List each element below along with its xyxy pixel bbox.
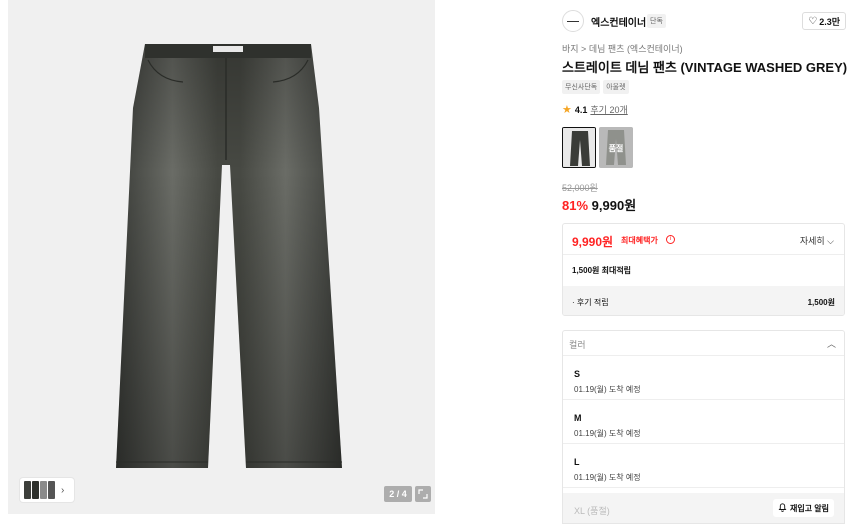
soldout-label: 품절 [608, 144, 624, 153]
brand-logo[interactable] [562, 10, 584, 32]
like-button[interactable]: ♡ 2.3만 [802, 12, 846, 30]
sale-price: 9,990원 [591, 198, 637, 213]
brand-name[interactable]: 엑스컨테이너 [591, 14, 646, 29]
thumbnail-3[interactable] [40, 481, 47, 499]
image-counter: 2 / 4 [384, 486, 412, 502]
color-swatch-soldout[interactable]: 품절 [599, 127, 633, 168]
rating-score: 4.1 [574, 104, 588, 115]
discount-rate: 81% [562, 198, 589, 213]
restock-alert-button[interactable]: 재입고 알림 [772, 499, 834, 517]
tag-outlet: 아울렛 [603, 80, 629, 94]
max-benefit-label: 최대혜택가 [621, 236, 658, 245]
option-eta: 01.19(월) 도착 예정 [574, 385, 641, 394]
option-size-soldout: XL (품절) [574, 506, 610, 516]
review-link[interactable]: 후기 20개 [590, 103, 627, 116]
max-points: 1,500원 최대적립 [572, 266, 632, 275]
thumbnail-2[interactable] [32, 481, 39, 499]
option-header[interactable]: 컬러 ︿ [563, 331, 844, 356]
option-dropdown: 컬러 ︿ S 01.19(월) 도착 예정 M 01.19(월) 도착 예정 L… [562, 330, 845, 524]
product-tags: 무신사단독 아울렛 [562, 80, 629, 94]
review-points-label: · 후기 적립 [572, 298, 609, 307]
option-item-s[interactable]: S 01.19(월) 도착 예정 [563, 356, 844, 400]
info-icon[interactable]: i [666, 235, 675, 244]
price-row: 81% 9,990원 [562, 195, 636, 214]
max-benefit-row[interactable]: 9,990원 최대혜택가 i 자세히 ⌵ [563, 224, 844, 255]
thumbnail-strip[interactable]: › [20, 478, 74, 502]
product-photo-jeans [116, 44, 342, 468]
thumbnail-4[interactable] [48, 481, 55, 499]
option-item-xl-soldout: XL (품절) 재입고 알림 [563, 493, 844, 523]
chevron-up-icon[interactable]: ︿ [827, 337, 836, 350]
original-price: 52,000원 [562, 183, 598, 193]
brand-row: 엑스컨테이너 단독 ♡ 2.3만 [562, 10, 846, 32]
option-item-l[interactable]: L 01.19(월) 도착 예정 [563, 444, 844, 488]
option-header-label: 컬러 [569, 340, 586, 350]
rating[interactable]: ★ 4.1 후기 20개 [562, 103, 628, 116]
bell-icon [778, 502, 787, 514]
like-count: 2.3만 [819, 16, 840, 27]
option-size: L [574, 457, 580, 467]
option-item-m[interactable]: M 01.19(월) 도착 예정 [563, 400, 844, 444]
review-points-row: · 후기 적립 1,500원 [563, 286, 844, 315]
expand-icon[interactable] [415, 486, 431, 502]
product-image-gallery[interactable]: › 2 / 4 [8, 0, 435, 514]
option-size: M [574, 413, 582, 423]
benefit-box: 9,990원 최대혜택가 i 자세히 ⌵ 1,500원 최대적립 · 후기 적립… [562, 223, 845, 316]
star-icon: ★ [562, 104, 572, 116]
tag-exclusive: 무신사단독 [562, 80, 601, 94]
detail-button[interactable]: 자세히 ⌵ [800, 234, 834, 247]
option-eta: 01.19(월) 도착 예정 [574, 429, 641, 438]
chevron-right-icon[interactable]: › [61, 485, 64, 496]
exclusive-badge: 단독 [647, 14, 666, 28]
restock-alert-label: 재입고 알림 [789, 503, 829, 513]
breadcrumb[interactable]: 바지 > 데님 팬츠 (엑스컨테이너) [562, 42, 683, 55]
option-eta: 01.19(월) 도착 예정 [574, 473, 641, 482]
max-benefit-price: 9,990원 [572, 235, 614, 249]
product-title: 스트레이트 데님 팬츠 (VINTAGE WASHED GREY) [562, 60, 848, 75]
color-swatch-selected[interactable] [562, 127, 596, 168]
option-size: S [574, 369, 581, 379]
thumbnail-1[interactable] [24, 481, 31, 499]
heart-icon: ♡ [808, 15, 818, 27]
product-info-panel: 엑스컨테이너 단독 ♡ 2.3만 바지 > 데님 팬츠 (엑스컨테이너) 스트레… [562, 0, 848, 524]
review-points-value: 1,500원 [807, 298, 835, 307]
